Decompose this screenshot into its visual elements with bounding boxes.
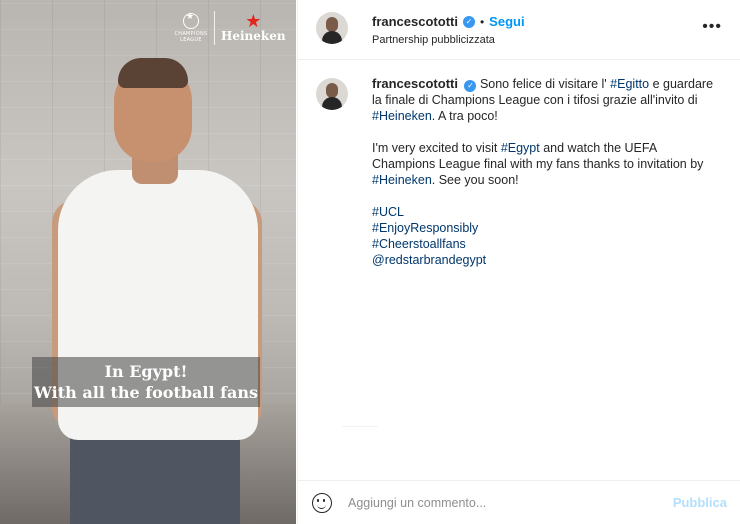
caption-author-avatar[interactable] xyxy=(316,78,348,110)
starball-icon xyxy=(183,13,199,29)
publish-button[interactable]: Pubblica xyxy=(673,495,727,510)
heineken-wordmark: Heineken xyxy=(221,29,286,43)
verified-badge-icon: ✓ xyxy=(464,80,477,92)
caption-text: francescototti ✓ Sono felice di visitare… xyxy=(372,76,722,268)
caption-line-2: With all the football fans xyxy=(33,383,258,402)
author-info: francescototti ✓ • Segui Partnership pub… xyxy=(372,14,525,46)
follow-button[interactable]: Segui xyxy=(489,14,524,29)
english-text-1: I'm very excited to visit xyxy=(372,141,501,155)
post-media[interactable]: CHAMPIONS LEAGUE ★ Heineken In Egypt! Wi… xyxy=(0,0,296,524)
hashtag-ucl[interactable]: #UCL xyxy=(372,204,722,220)
comment-input[interactable] xyxy=(348,495,673,510)
more-options-icon[interactable]: ••• xyxy=(702,18,722,36)
author-avatar[interactable] xyxy=(316,12,348,44)
caption-line-1: In Egypt! xyxy=(104,362,188,381)
logo-divider xyxy=(214,11,215,45)
caption-comment: francescototti ✓ Sono felice di visitare… xyxy=(316,76,722,268)
partnership-label[interactable]: Partnership pubblicizzata xyxy=(372,34,525,46)
emoji-icon[interactable] xyxy=(312,492,332,513)
post-sidebar: francescototti ✓ • Segui Partnership pub… xyxy=(297,0,740,524)
hashtag-cheerstoallfans[interactable]: #Cheerstoallfans xyxy=(372,236,722,252)
mention-redstarbrandegypt[interactable]: @redstarbrandegypt xyxy=(372,252,722,268)
post-header: francescototti ✓ • Segui Partnership pub… xyxy=(298,0,740,60)
caption-username[interactable]: francescototti xyxy=(372,76,458,91)
heineken-logo: ★ Heineken xyxy=(221,11,286,43)
sponsor-logos: CHAMPIONS LEAGUE ★ Heineken xyxy=(174,8,286,48)
separator-dot: • xyxy=(479,14,485,29)
italian-text-1: Sono felice di visitare l' xyxy=(479,77,611,91)
verified-badge-icon: ✓ xyxy=(462,15,475,28)
comment-bar: Pubblica xyxy=(298,480,740,524)
person-hair xyxy=(118,58,188,88)
red-star-icon: ★ xyxy=(245,11,262,31)
champions-league-logo: CHAMPIONS LEAGUE xyxy=(174,13,208,43)
hashtag-list: #UCL #EnjoyResponsibly #Cheerstoallfans … xyxy=(372,204,722,268)
hashtag-heineken-en[interactable]: #Heineken xyxy=(372,173,432,187)
caption-english: I'm very excited to visit #Egypt and wat… xyxy=(372,140,722,188)
author-row: francescototti ✓ • Segui xyxy=(372,14,525,29)
english-text-3: . See you soon! xyxy=(431,173,519,187)
person-legs xyxy=(70,430,240,524)
italian-text-3: . A tra poco! xyxy=(431,109,498,123)
post-caption-area: francescototti ✓ Sono felice di visitare… xyxy=(298,60,740,480)
champions-league-text: CHAMPIONS LEAGUE xyxy=(174,31,208,43)
video-caption: In Egypt! With all the football fans xyxy=(32,357,260,407)
divider-line xyxy=(342,426,378,427)
hashtag-heineken[interactable]: #Heineken xyxy=(372,109,432,123)
hashtag-egitto[interactable]: #Egitto xyxy=(610,77,649,91)
author-username[interactable]: francescototti xyxy=(372,14,458,29)
caption-italian: francescototti ✓ Sono felice di visitare… xyxy=(372,76,722,124)
hashtag-enjoyresponsibly[interactable]: #EnjoyResponsibly xyxy=(372,220,722,236)
hashtag-egypt[interactable]: #Egypt xyxy=(501,141,540,155)
